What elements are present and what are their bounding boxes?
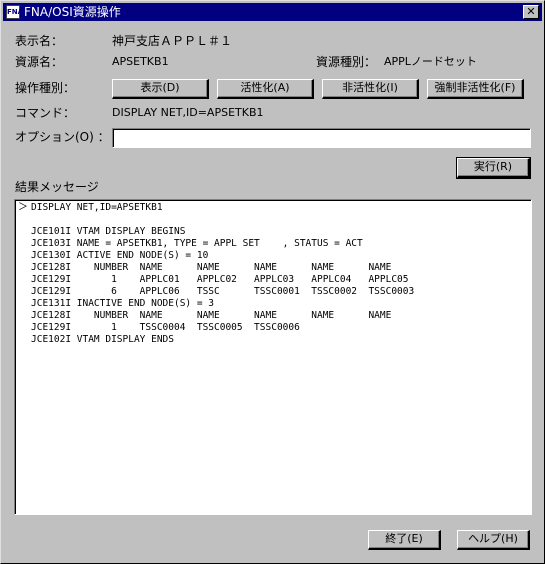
force-deactivate-button[interactable]: 強制非活性化(F): [427, 79, 524, 99]
result-line: JCE130I ACTIVE END NODE(S) = 10: [31, 250, 209, 261]
result-line: JCE128I NUMBER NAME NAME NAME NAME NAME: [31, 310, 392, 321]
prompt-chevron-icon: ＞: [18, 202, 28, 213]
close-icon[interactable]: ✕: [523, 5, 539, 19]
option-input[interactable]: [112, 128, 531, 148]
resource-type-value: APPLノードセット: [384, 55, 477, 68]
result-line: JCE129I 6 APPLC06 TSSC TSSC0001 TSSC0002…: [31, 286, 415, 297]
result-line: DISPLAY NET,ID=APSETKB1: [31, 202, 163, 213]
title-bar[interactable]: FNA FNA/OSI資源操作 ✕: [3, 3, 542, 21]
deactivate-button[interactable]: 非活性化(I): [322, 79, 419, 99]
resource-type-label: 資源種別：: [316, 55, 377, 69]
resource-name-value: APSETKB1: [112, 55, 169, 68]
result-line: JCE103I NAME = APSETKB1, TYPE = APPL SET…: [31, 238, 363, 249]
command-label: コマンド：: [15, 106, 76, 120]
dialog-window: FNA FNA/OSI資源操作 ✕ 表示名： 神戸支店ＡＰＰＬ＃１ 資源名： A…: [0, 0, 545, 564]
result-line: JCE128I NUMBER NAME NAME NAME NAME NAME: [31, 262, 392, 273]
window-title: FNA/OSI資源操作: [24, 5, 121, 19]
result-line: JCE129I 1 APPLC01 APPLC02 APPLC03 APPLC0…: [31, 274, 409, 285]
display-name-value: 神戸支店ＡＰＰＬ＃１: [112, 34, 233, 48]
result-line: JCE131I INACTIVE END NODE(S) = 3: [31, 298, 215, 309]
result-line: JCE129I 1 TSSC0004 TSSC0005 TSSC0006: [31, 322, 300, 333]
result-line: JCE102I VTAM DISPLAY ENDS: [31, 334, 174, 345]
option-label: オプション(O) ：: [15, 130, 110, 144]
operation-type-label: 操作種別：: [15, 81, 76, 95]
result-messages-box[interactable]: ＞ DISPLAY NET,ID=APSETKB1 JCE101I VTAM D…: [14, 199, 532, 515]
execute-button[interactable]: 実行(R): [456, 157, 531, 179]
command-value: DISPLAY NET,ID=APSETKB1: [112, 106, 264, 119]
resource-name-label: 資源名：: [15, 55, 64, 69]
help-button[interactable]: ヘルプ(H): [457, 530, 530, 550]
activate-button[interactable]: 活性化(A): [217, 79, 314, 99]
display-button[interactable]: 表示(D): [112, 79, 209, 99]
app-icon: FNA: [6, 5, 23, 19]
display-name-label: 表示名：: [15, 34, 64, 48]
result-messages-label: 結果メッセージ: [15, 180, 99, 194]
result-line: JCE101I VTAM DISPLAY BEGINS: [31, 226, 186, 237]
exit-button[interactable]: 終了(E): [368, 530, 441, 550]
